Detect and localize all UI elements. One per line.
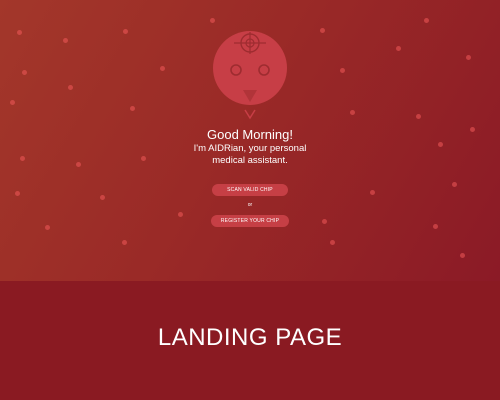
background-dot <box>130 106 135 111</box>
background-dot <box>178 212 183 217</box>
background-dot <box>17 30 22 35</box>
background-dot <box>460 253 465 258</box>
background-dot <box>10 100 15 105</box>
background-dot <box>63 38 68 43</box>
background-dot <box>123 29 128 34</box>
scan-chip-button[interactable]: SCAN VALID CHIP <box>212 184 288 196</box>
background-dot <box>330 240 335 245</box>
background-dot <box>160 66 165 71</box>
page-caption: LANDING PAGE <box>157 324 343 351</box>
intro-text: I'm AIDRian, your personal medical assis… <box>0 143 500 167</box>
background-dot <box>416 114 421 119</box>
or-separator: or <box>247 202 253 208</box>
background-dot <box>100 195 105 200</box>
background-dot <box>210 18 215 23</box>
background-dot <box>370 190 375 195</box>
mascot-chevron <box>244 109 256 120</box>
background-dot <box>322 219 327 224</box>
greeting-text: Good Morning! <box>207 127 293 142</box>
background-dot <box>22 70 27 75</box>
intro-line-2: medical assistant. <box>212 155 288 166</box>
background-dot <box>396 46 401 51</box>
register-chip-button[interactable]: REGISTER YOUR CHIP <box>211 215 289 227</box>
background-dot <box>122 240 127 245</box>
background-dot <box>466 55 471 60</box>
background-dot <box>350 110 355 115</box>
background-dot <box>433 224 438 229</box>
background-dot <box>320 28 325 33</box>
robot-head-icon <box>213 31 287 120</box>
background-dot <box>340 68 345 73</box>
background-dot <box>15 191 20 196</box>
landing-screen: Good Morning! I'm AIDRian, your personal… <box>0 0 500 281</box>
intro-line-1: I'm AIDRian, your personal <box>193 143 307 154</box>
background-dot <box>68 85 73 90</box>
background-dot <box>452 182 457 187</box>
background-dot <box>424 18 429 23</box>
background-dot <box>45 225 50 230</box>
